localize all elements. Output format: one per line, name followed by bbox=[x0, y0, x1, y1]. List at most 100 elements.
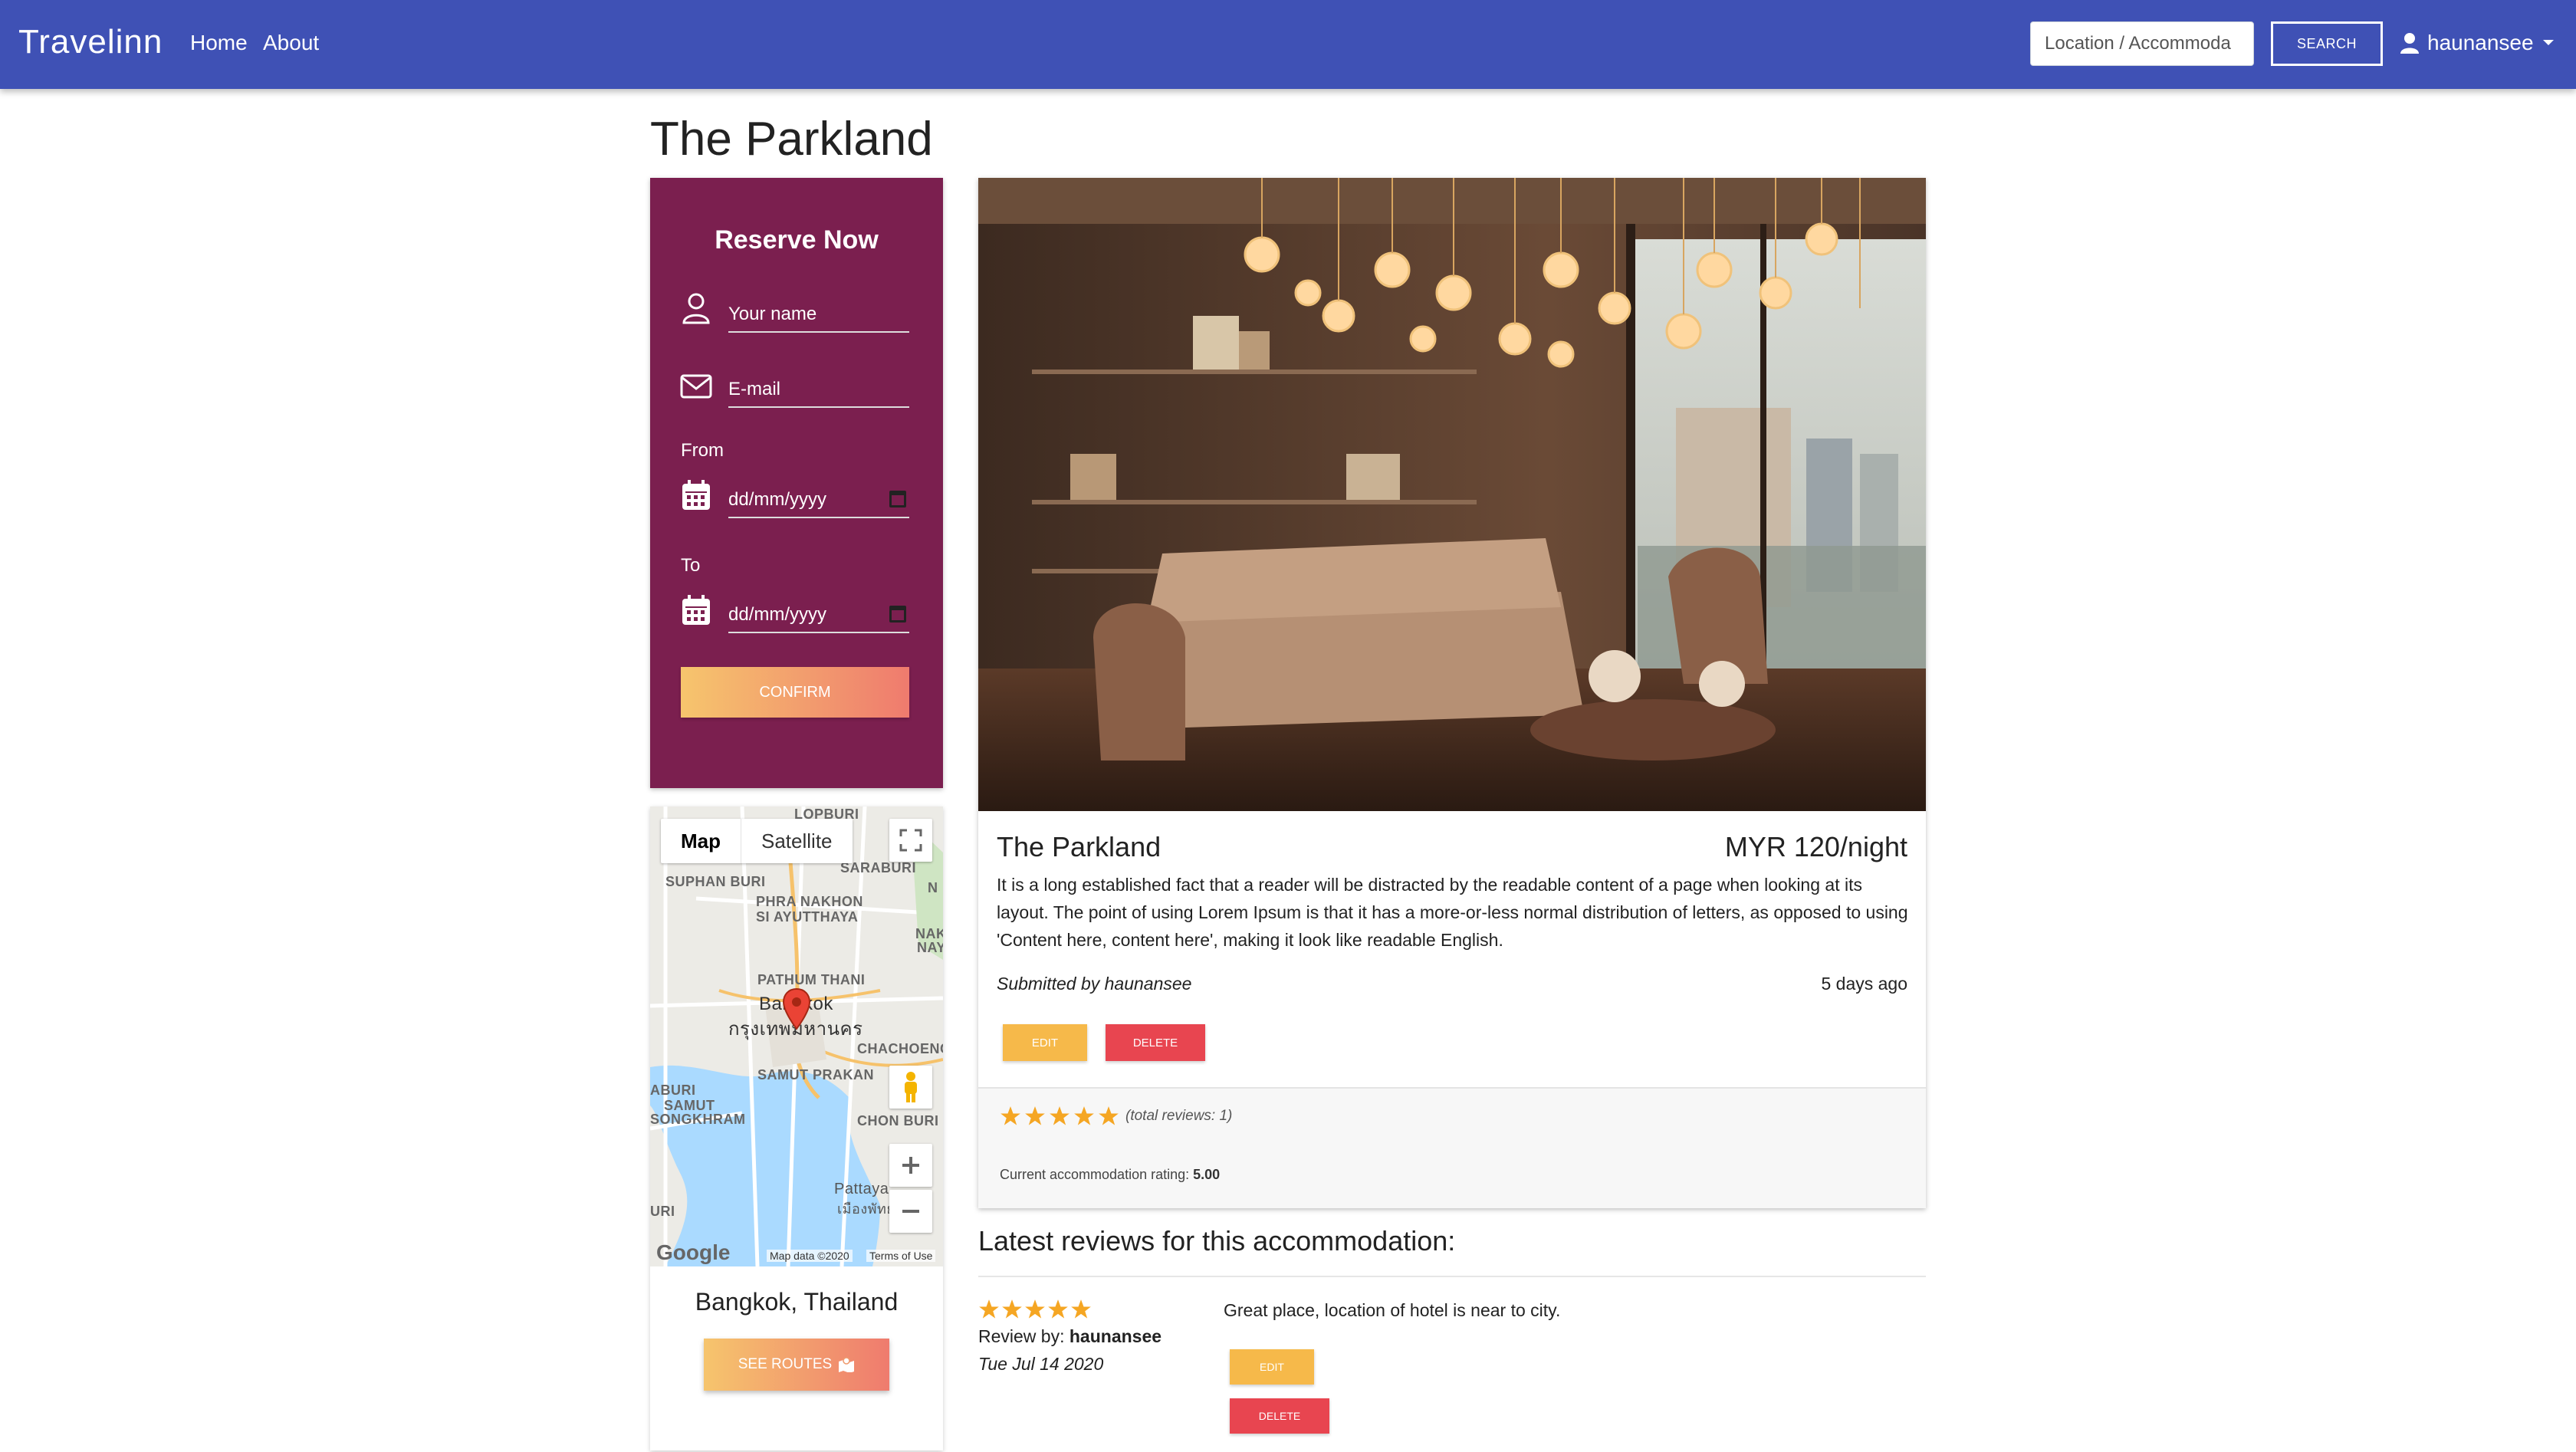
to-date-value: dd/mm/yyyy bbox=[728, 604, 827, 625]
tab-satellite[interactable]: Satellite bbox=[741, 819, 853, 863]
star-icon bbox=[1048, 1299, 1068, 1319]
star-icon bbox=[1074, 1106, 1094, 1125]
search-input[interactable] bbox=[2030, 21, 2254, 66]
map-label-chon-buri: CHON BURI bbox=[857, 1113, 939, 1128]
review-author-name: haunansee bbox=[1069, 1326, 1162, 1346]
reviews-divider bbox=[978, 1276, 1926, 1277]
review-text: Great place, location of hotel is near t… bbox=[1224, 1300, 1561, 1320]
review-stars bbox=[978, 1299, 1092, 1320]
minus-icon bbox=[902, 1210, 919, 1213]
map-label-pattaya: Pattaya bbox=[834, 1181, 889, 1197]
map-marked-icon bbox=[839, 1357, 855, 1372]
fullscreen-button[interactable] bbox=[889, 819, 932, 862]
review-author: Review by: haunansee bbox=[978, 1326, 1162, 1347]
listing-price: MYR 120/night bbox=[1724, 831, 1907, 862]
lounge-photo-illustration bbox=[978, 178, 1926, 811]
listing-title: The Parkland bbox=[997, 831, 1162, 862]
map-label-nay: NAY bbox=[917, 940, 943, 955]
location-pin-icon[interactable] bbox=[782, 987, 811, 1030]
star-icon bbox=[1071, 1299, 1091, 1319]
street-view-button[interactable] bbox=[889, 1066, 932, 1109]
plus-icon bbox=[902, 1157, 919, 1174]
rating-stars bbox=[1000, 1105, 1119, 1127]
map-type-tabs: Map Satellite bbox=[661, 819, 853, 863]
email-placeholder: E-mail bbox=[728, 379, 781, 399]
brand-logo[interactable]: Travelinn bbox=[18, 23, 163, 61]
star-icon bbox=[1025, 1106, 1045, 1125]
edit-review-button[interactable]: EDIT bbox=[1230, 1349, 1314, 1385]
edit-listing-button[interactable]: EDIT bbox=[1003, 1024, 1087, 1061]
review-date: Tue Jul 14 2020 bbox=[978, 1354, 1104, 1374]
star-icon bbox=[979, 1299, 999, 1319]
city-name: Bangkok, Thailand bbox=[695, 1288, 899, 1316]
see-routes-button[interactable]: SEE ROUTES bbox=[704, 1339, 889, 1391]
map-label-chachoeng: CHACHOENG bbox=[857, 1041, 943, 1056]
pegman-icon bbox=[905, 1072, 917, 1102]
delete-listing-button[interactable]: DELETE bbox=[1106, 1024, 1205, 1061]
submitted-age: 5 days ago bbox=[1821, 974, 1907, 994]
to-label: To bbox=[681, 555, 701, 576]
nav-link-about[interactable]: About bbox=[263, 31, 319, 55]
map-label-samut-prakan: SAMUT PRAKAN bbox=[757, 1067, 874, 1082]
zoom-out-button[interactable] bbox=[889, 1190, 932, 1233]
map-label-si-ayutthaya: SI AYUTTHAYA bbox=[756, 909, 859, 925]
reviews-heading: Latest reviews for this accommodation: bbox=[978, 1225, 1456, 1257]
submitted-by: Submitted by haunansee bbox=[997, 974, 1192, 994]
person-icon bbox=[682, 293, 710, 324]
nav-link-home[interactable]: Home bbox=[190, 31, 248, 55]
envelope-icon bbox=[680, 374, 712, 399]
zoom-in-button[interactable] bbox=[889, 1144, 932, 1187]
fullscreen-icon bbox=[899, 829, 922, 852]
date-picker-icon[interactable] bbox=[889, 491, 906, 508]
name-placeholder: Your name bbox=[728, 304, 817, 324]
map-label-songkhram: SONGKHRAM bbox=[650, 1112, 746, 1127]
navbar: Travelinn Home About SEARCH haunansee bbox=[0, 0, 2576, 89]
caret-down-icon bbox=[2542, 40, 2554, 45]
star-icon bbox=[1001, 1106, 1020, 1125]
terms-of-use-link[interactable]: Terms of Use bbox=[866, 1250, 936, 1262]
rating-panel: (total reviews: 1) Current accommodation… bbox=[978, 1087, 1926, 1208]
listing-card: The Parkland MYR 120/night It is a long … bbox=[978, 178, 1926, 1208]
delete-review-button[interactable]: DELETE bbox=[1230, 1398, 1329, 1434]
current-rating: Current accommodation rating: 5.00 bbox=[1000, 1167, 1220, 1183]
rating-label: Current accommodation rating: bbox=[1000, 1167, 1190, 1182]
rating-value: 5.00 bbox=[1193, 1167, 1221, 1182]
date-picker-icon[interactable] bbox=[889, 606, 906, 623]
map-view[interactable]: LOPBURI SARABURI N SUPHAN BURI PHRA NAKH… bbox=[650, 806, 943, 1266]
map-label-uri: URI bbox=[650, 1204, 675, 1219]
calendar-from-icon bbox=[682, 480, 710, 510]
star-icon bbox=[1025, 1299, 1045, 1319]
map-label-pathum-thani: PATHUM THANI bbox=[757, 972, 866, 987]
tab-map[interactable]: Map bbox=[661, 819, 741, 863]
total-reviews: (total reviews: 1) bbox=[1125, 1108, 1233, 1124]
calendar-to-icon bbox=[682, 595, 710, 625]
map-label-phra-nakhon: PHRA NAKHON bbox=[756, 894, 863, 909]
search-button[interactable]: SEARCH bbox=[2271, 21, 2383, 66]
email-field[interactable]: E-mail bbox=[728, 379, 909, 408]
google-logo: Google bbox=[656, 1240, 731, 1264]
map-label-n: N bbox=[928, 880, 938, 895]
user-icon bbox=[2400, 33, 2419, 54]
map-data-attribution: Map data ©2020 bbox=[767, 1250, 853, 1262]
star-icon bbox=[1050, 1106, 1070, 1125]
review-by-label: Review by: bbox=[978, 1326, 1065, 1346]
rating-row: (total reviews: 1) bbox=[1000, 1105, 1232, 1127]
from-date-value: dd/mm/yyyy bbox=[728, 489, 827, 510]
star-icon bbox=[1099, 1106, 1119, 1125]
see-routes-label: SEE ROUTES bbox=[738, 1356, 833, 1372]
map-card: LOPBURI SARABURI N SUPHAN BURI PHRA NAKH… bbox=[650, 806, 943, 1450]
page-title: The Parkland bbox=[650, 113, 933, 166]
user-menu[interactable]: haunansee bbox=[2400, 31, 2555, 55]
reserve-card: Reserve Now Your name E-mail From dd/mm/… bbox=[650, 178, 943, 788]
star-icon bbox=[1002, 1299, 1022, 1319]
listing-description: It is a long established fact that a rea… bbox=[997, 875, 1908, 950]
from-label: From bbox=[681, 440, 724, 461]
name-field[interactable]: Your name bbox=[728, 304, 909, 333]
to-date-input[interactable]: dd/mm/yyyy bbox=[728, 604, 909, 633]
map-label-aburi: ABURI bbox=[650, 1082, 696, 1098]
confirm-button[interactable]: CONFIRM bbox=[681, 667, 909, 718]
map-label-suphan-buri: SUPHAN BURI bbox=[665, 874, 766, 889]
from-date-input[interactable]: dd/mm/yyyy bbox=[728, 489, 909, 518]
accommodation-photo bbox=[978, 178, 1926, 811]
reserve-title: Reserve Now bbox=[715, 225, 879, 255]
